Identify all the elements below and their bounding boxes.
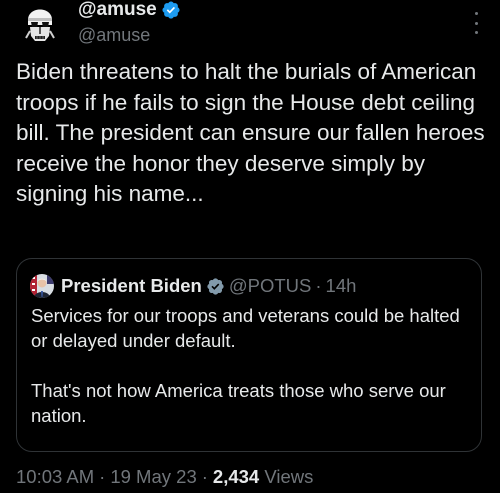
meta-separator: · [201,466,208,487]
verified-badge-icon [162,1,180,19]
author-avatar[interactable] [16,0,64,46]
quoted-author-name[interactable]: President Biden [61,275,202,297]
more-options-dot-icon [474,31,478,34]
views-label: Views [264,466,314,487]
views-count[interactable]: 2,434 [213,466,259,487]
quoted-tweet-time[interactable]: 14h [326,275,357,297]
government-verified-badge-icon [207,277,224,295]
stormtrooper-avatar-icon [16,0,64,46]
author-display-name[interactable]: @amuse [78,0,157,21]
tweet-meta: 10:03 AM · 19 May 23 · 2,434 Views [16,466,313,488]
tweet-date[interactable]: 19 May 23 [110,466,196,487]
meta-separator: · [99,466,106,487]
author-handle[interactable]: @amuse [78,25,150,46]
quoted-author-avatar[interactable] [30,274,54,298]
portrait-avatar-icon [30,274,54,298]
tweet-time[interactable]: 10:03 AM [16,466,94,487]
more-options-dot-icon [474,12,478,15]
more-options-dot-icon [474,21,478,25]
quoted-tweet-text: Services for our troops and veterans cou… [31,305,460,426]
quoted-tweet-card[interactable]: President Biden @POTUS · 14h Services fo… [16,258,482,452]
quoted-author-handle[interactable]: @POTUS [229,275,312,297]
tweet-text: Biden threatens to halt the burials of A… [16,59,485,206]
quoted-tweet-header: President Biden @POTUS · 14h [61,272,356,300]
more-options-button[interactable] [466,12,486,34]
quoted-header-separator: · [315,275,322,296]
author-name-row[interactable]: @amuse [78,0,181,24]
